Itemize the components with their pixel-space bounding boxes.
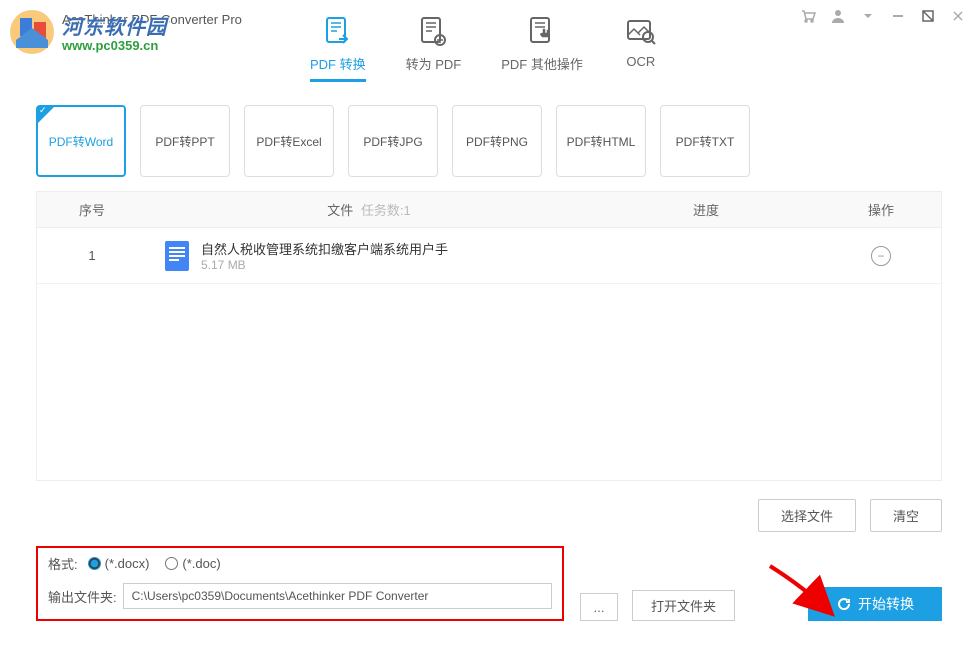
window-controls (800, 8, 966, 29)
start-convert-button[interactable]: 开始转换 (808, 587, 942, 621)
logo-area: 河东软件园 www.pc0359.cn (0, 8, 167, 56)
tab-label: PDF 转换 (310, 54, 366, 73)
maximize-icon[interactable] (920, 8, 936, 29)
document-hand-icon (524, 14, 560, 50)
col-index: 序号 (37, 200, 147, 219)
user-icon[interactable] (830, 8, 846, 29)
format-pdf-to-png[interactable]: PDF转PNG (452, 105, 542, 177)
output-settings-highlight: 格式: (*.docx) (*.doc) 输出文件夹: (36, 546, 564, 621)
action-buttons: 选择文件 清空 (0, 481, 978, 532)
close-icon[interactable] (950, 8, 966, 29)
format-pdf-to-ppt[interactable]: PDF转PPT (140, 105, 230, 177)
col-operation: 操作 (821, 200, 941, 219)
file-table: 序号 文件 任务数:1 进度 操作 1 自然人税收管理系统扣缴客户端系统用户手 … (36, 191, 942, 481)
open-folder-button[interactable]: 打开文件夹 (632, 590, 735, 621)
clear-button[interactable]: 清空 (870, 499, 942, 532)
table-row: 1 自然人税收管理系统扣缴客户端系统用户手 5.17 MB − (37, 228, 941, 284)
output-folder-input[interactable] (123, 583, 552, 609)
file-cell: 自然人税收管理系统扣缴客户端系统用户手 5.17 MB (147, 239, 591, 273)
watermark-text: 河东软件园 www.pc0359.cn (62, 11, 167, 53)
task-count: 任务数:1 (361, 203, 411, 218)
tab-label: OCR (626, 54, 655, 69)
format-label: 格式: (48, 554, 78, 573)
dropdown-icon[interactable] (860, 8, 876, 29)
watermark-url: www.pc0359.cn (62, 38, 167, 53)
filesize: 5.17 MB (201, 258, 448, 272)
logo-icon (8, 8, 56, 56)
tab-label: PDF 其他操作 (501, 54, 583, 73)
document-convert-icon (320, 14, 356, 50)
tab-to-pdf[interactable]: 转为 PDF (406, 14, 462, 82)
table-header: 序号 文件 任务数:1 进度 操作 (37, 192, 941, 228)
file-info: 自然人税收管理系统扣缴客户端系统用户手 5.17 MB (201, 239, 448, 272)
format-pdf-to-html[interactable]: PDF转HTML (556, 105, 646, 177)
doc-icon (163, 239, 191, 273)
tab-pdf-convert[interactable]: PDF 转换 (310, 14, 366, 82)
format-row: 格式: (*.docx) (*.doc) (48, 554, 552, 573)
header: 河东软件园 www.pc0359.cn AceThinker PDF Conve… (0, 0, 978, 85)
main-tabs: PDF 转换 转为 PDF PDF 其他操作 OCR (310, 14, 659, 82)
remove-icon[interactable]: − (871, 246, 891, 266)
tab-ocr[interactable]: OCR (623, 14, 659, 82)
format-pdf-to-excel[interactable]: PDF转Excel (244, 105, 334, 177)
output-folder-label: 输出文件夹: (48, 587, 117, 606)
row-index: 1 (37, 248, 147, 263)
select-file-button[interactable]: 选择文件 (758, 499, 856, 532)
tab-label: 转为 PDF (406, 54, 462, 73)
filename: 自然人税收管理系统扣缴客户端系统用户手 (201, 239, 448, 258)
format-pdf-to-word[interactable]: PDF转Word (36, 105, 126, 177)
image-search-icon (623, 14, 659, 50)
radio-doc[interactable]: (*.doc) (165, 556, 220, 571)
tab-pdf-other[interactable]: PDF 其他操作 (501, 14, 583, 82)
document-add-icon (415, 14, 451, 50)
col-progress: 进度 (591, 200, 821, 219)
watermark-cn: 河东软件园 (62, 11, 167, 40)
row-operation: − (821, 246, 941, 266)
browse-button[interactable]: ... (580, 593, 618, 621)
minimize-icon[interactable] (890, 8, 906, 29)
radio-docx[interactable]: (*.docx) (88, 556, 150, 571)
format-pdf-to-txt[interactable]: PDF转TXT (660, 105, 750, 177)
bottom-area: 格式: (*.docx) (*.doc) 输出文件夹: ... 打开文件夹 开始… (0, 532, 978, 621)
cart-icon[interactable] (800, 8, 816, 29)
col-file: 文件 任务数:1 (147, 200, 591, 219)
format-pdf-to-jpg[interactable]: PDF转JPG (348, 105, 438, 177)
output-folder-row: 输出文件夹: (48, 583, 552, 609)
refresh-icon (836, 596, 852, 612)
format-tiles: PDF转Word PDF转PPT PDF转Excel PDF转JPG PDF转P… (0, 85, 978, 191)
